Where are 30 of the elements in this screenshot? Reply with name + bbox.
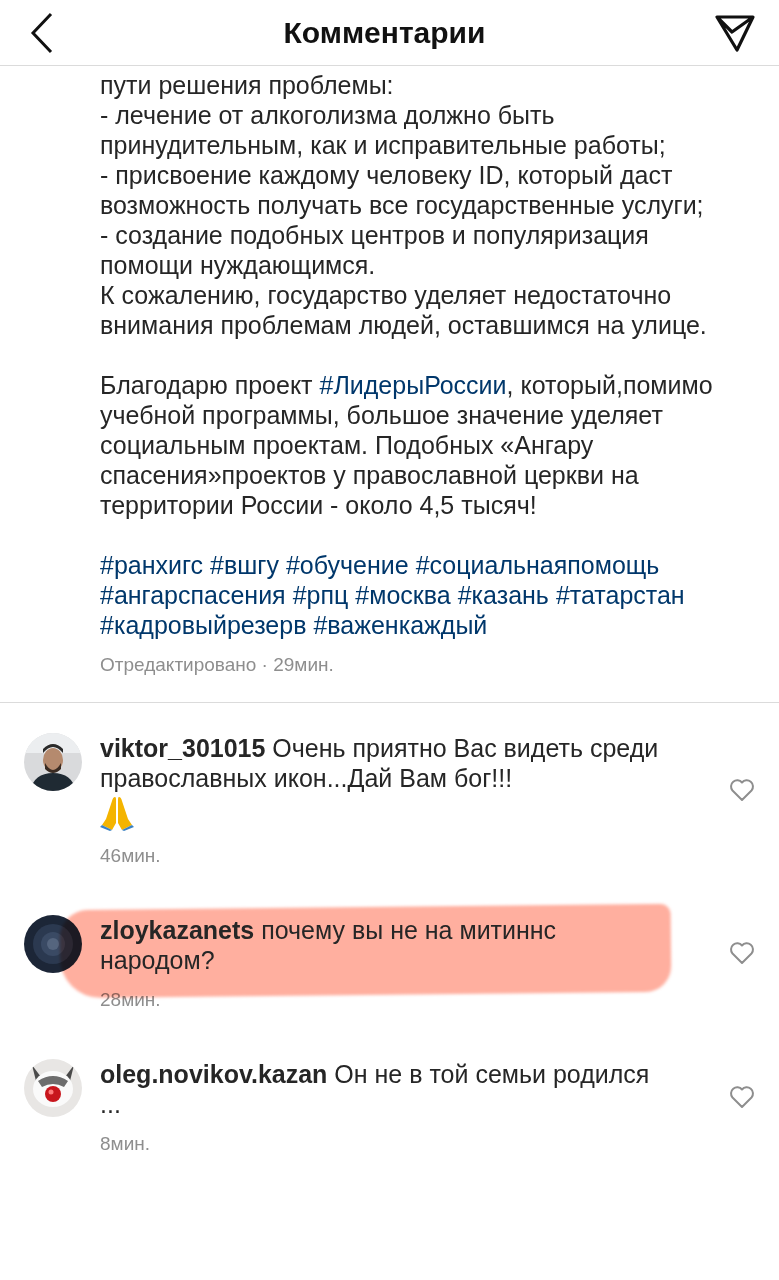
post-text: Благодарю проект #ЛидерыРоссии, который,помимо учебной программы, большое значение уделяет социальным проектам. Подобных «Ангару спасения»проектов у православной церкви на территории России - около 4,5 тысяч! [100,370,714,520]
comment-text: oleg.novikov.kazan Он не в той семьи родился ... [100,1059,651,1119]
post-text: - создание подобных центров и популяризация помощи нуждающимся. [100,220,650,280]
send-button[interactable] [715,12,755,53]
like-button[interactable] [729,778,755,802]
hashtag-link[interactable]: #москва [355,580,451,610]
hashtag-link[interactable]: #казань [457,580,549,610]
hashtag-link[interactable]: #ранхигс [100,550,204,580]
like-button[interactable] [729,941,755,965]
comment-time: 8мин. [100,1133,151,1155]
comment-text: zloykazanets почему вы не на митиннс народом? [100,915,558,975]
post-text: - лечение от алкоголизма должно быть принудительным, как и исправительные работы; [100,100,667,160]
hashtag-link[interactable]: #важенкаждый [313,610,488,640]
post-text: пути решения проблемы: [100,70,395,100]
hashtag-link[interactable]: #обучение [285,550,409,580]
hashtag-link[interactable]: #рпц [292,580,349,610]
hashtag-link[interactable]: #ангарспасения [100,580,286,610]
post-meta: Отредактировано · 29мин. [100,654,335,676]
hashtag-link[interactable]: #вшгу [210,550,279,580]
comment-time: 46мин. [100,845,162,867]
post-text: - присвоение каждому человеку ID, который даст возможность получать все государственные услуги; [100,160,705,220]
hashtag-link[interactable]: #социальнаяпомощь [415,550,660,580]
hashtag-link[interactable]: #татарстан [555,580,685,610]
hashtag-link[interactable]: #ЛидерыРоссии [319,371,507,399]
post-text: К сожалению, государство уделяет недостаточно внимания проблемам людей, оставшимся на улице. [100,280,708,340]
back-button[interactable] [30,11,54,54]
hashtag-link[interactable]: #кадровыйрезерв [100,610,307,640]
page-title: Комментарии [283,15,486,50]
like-button[interactable] [729,1085,755,1109]
comment-text: viktor_301015 Очень приятно Вас видеть среди православных икон...Дай Вам бог!!! [100,733,660,793]
